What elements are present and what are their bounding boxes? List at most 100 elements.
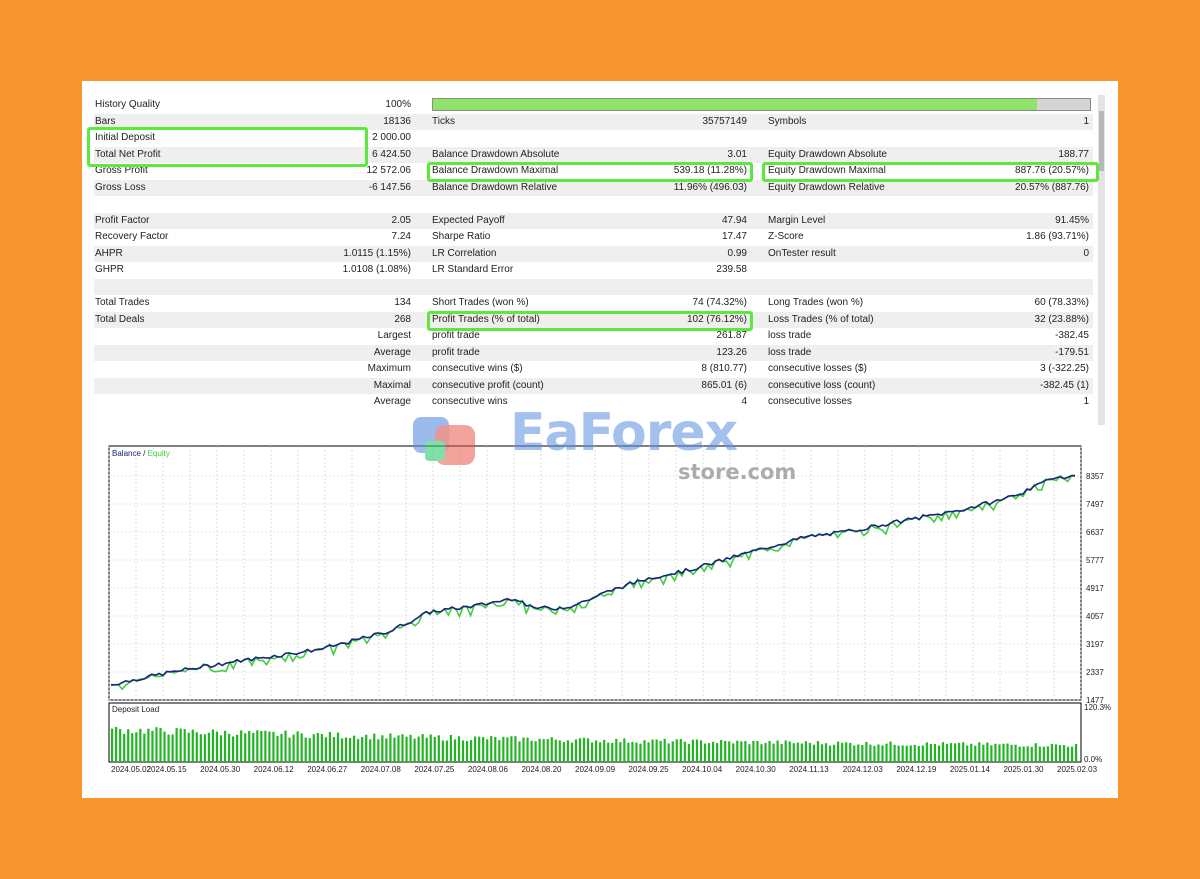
- deposit-load-bar: [461, 740, 465, 762]
- deposit-load-max-label: 120.3%: [1084, 703, 1111, 712]
- deposit-load-bar: [740, 741, 743, 762]
- deposit-load-bar: [828, 745, 832, 762]
- deposit-load-bar: [752, 740, 755, 762]
- deposit-load-bar: [966, 745, 969, 762]
- deposit-load-bar: [353, 735, 356, 762]
- deposit-load-bar: [219, 735, 223, 762]
- deposit-load-bar: [211, 729, 215, 762]
- deposit-load-bar: [861, 745, 864, 762]
- deposit-load-bar: [780, 744, 783, 762]
- deposit-load-bar: [199, 734, 202, 762]
- stat-label: consecutive profit (count): [432, 379, 544, 391]
- deposit-load-bar: [361, 736, 364, 762]
- x-tick-label: 2024.08.20: [521, 765, 562, 774]
- x-tick-label: 2024.10.30: [736, 765, 777, 774]
- deposit-load-bar: [227, 733, 231, 762]
- deposit-load-bar: [986, 742, 989, 762]
- deposit-load-bar: [595, 740, 598, 762]
- x-tick-label: 2024.07.25: [414, 765, 455, 774]
- deposit-load-bar: [917, 746, 920, 762]
- deposit-load-bar: [603, 739, 606, 762]
- stat-label: Balance Drawdown Relative: [432, 181, 558, 193]
- deposit-load-bar: [631, 741, 634, 762]
- deposit-load-bar: [139, 728, 142, 762]
- deposit-load-bar: [357, 739, 360, 762]
- deposit-load-bar: [167, 734, 170, 762]
- deposit-load-bar: [599, 742, 602, 762]
- deposit-load-bar: [1038, 746, 1041, 762]
- stat-label: LR Standard Error: [432, 264, 514, 275]
- deposit-load-bar: [558, 740, 561, 762]
- deposit-load-bar: [143, 733, 146, 762]
- deposit-load-bar: [812, 744, 816, 762]
- deposit-load-bar: [115, 726, 118, 762]
- stat-label: profit trade: [432, 346, 480, 358]
- deposit-load-bar: [546, 739, 549, 762]
- deposit-load-bar: [502, 736, 505, 762]
- stat-label: consecutive losses ($): [768, 363, 867, 374]
- highlight-equity-dd: [762, 162, 1099, 182]
- deposit-load-bar: [232, 736, 235, 762]
- deposit-load-bar: [590, 742, 594, 762]
- deposit-load-title: Deposit Load: [112, 705, 159, 714]
- stat-value: 239.58: [716, 264, 747, 275]
- deposit-load-bar: [522, 737, 525, 762]
- deposit-load-bar: [929, 743, 932, 762]
- deposit-load-bar: [978, 742, 981, 762]
- deposit-load-bar: [566, 740, 569, 762]
- y-tick-label: 4917: [1086, 584, 1104, 593]
- deposit-load-bar: [933, 744, 937, 762]
- deposit-load-bar: [292, 734, 295, 762]
- deposit-load-bar: [764, 742, 767, 762]
- deposit-load-bar: [865, 741, 868, 762]
- stat-label: Total Deals: [95, 313, 145, 325]
- stat-value: 0: [1083, 247, 1089, 259]
- deposit-load-bar: [905, 745, 908, 762]
- x-tick-label: 2024.10.04: [682, 765, 723, 774]
- deposit-load-bar: [215, 731, 219, 762]
- deposit-load-bar: [619, 742, 622, 762]
- deposit-load-bar: [429, 734, 432, 762]
- deposit-load-bar: [147, 728, 150, 762]
- deposit-load-bar: [623, 738, 626, 762]
- deposit-load-bar: [111, 728, 114, 762]
- scrollbar-thumb[interactable]: [1099, 111, 1104, 171]
- deposit-load-bar: [941, 742, 945, 762]
- deposit-load-bar: [816, 741, 820, 762]
- deposit-load-bar: [925, 742, 928, 762]
- deposit-load-bar: [691, 739, 695, 762]
- deposit-load-bar: [732, 743, 735, 762]
- deposit-load-bar: [800, 743, 803, 762]
- deposit-load-bar: [425, 737, 428, 762]
- deposit-load-bar: [453, 739, 457, 762]
- x-tick-label: 2024.05.15: [147, 765, 188, 774]
- deposit-load-bar: [171, 734, 174, 762]
- history-quality-bar: [432, 98, 1091, 111]
- deposit-load-bar: [260, 730, 263, 762]
- deposit-load-bar: [252, 732, 255, 762]
- x-tick-label: 2024.12.19: [896, 765, 937, 774]
- deposit-load-bar: [328, 731, 332, 762]
- deposit-load-bar: [344, 737, 348, 762]
- deposit-load-min-label: 0.0%: [1084, 755, 1102, 764]
- deposit-load-bar: [159, 727, 162, 762]
- deposit-load-bar: [958, 742, 961, 762]
- main-plot-frame: [108, 445, 1082, 701]
- stat-label: Equity Drawdown Relative: [768, 181, 885, 193]
- deposit-load-bar: [526, 737, 529, 762]
- stat-label: Loss Trades (% of total): [768, 313, 874, 325]
- deposit-load-bar: [397, 735, 400, 762]
- deposit-load-bar: [651, 739, 654, 762]
- deposit-load-bar: [401, 734, 404, 762]
- deposit-load-bar: [417, 736, 420, 762]
- deposit-load-bar: [288, 737, 291, 762]
- deposit-load-bar: [151, 730, 154, 762]
- deposit-load-bar: [135, 732, 138, 762]
- stat-label: Sharpe Ratio: [432, 231, 491, 242]
- deposit-load-bar: [534, 741, 537, 762]
- x-tick-label: 2024.07.08: [361, 765, 402, 774]
- legend-equity: Equity: [148, 449, 170, 458]
- deposit-load-bar: [340, 738, 344, 762]
- deposit-load-bar: [792, 743, 795, 762]
- deposit-load-bar: [127, 729, 130, 762]
